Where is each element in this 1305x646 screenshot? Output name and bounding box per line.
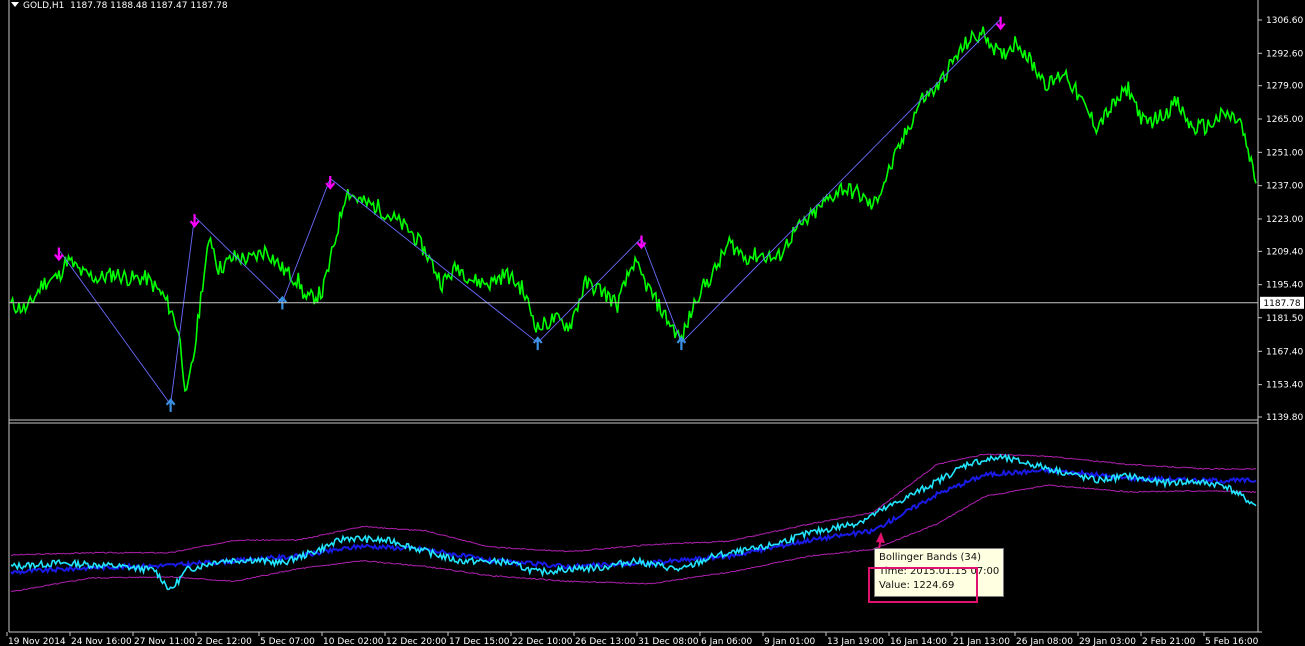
down-arrow-icon [325, 176, 336, 190]
x-tick-label: 27 Nov 11:00 [134, 637, 195, 646]
tooltip-title: Bollinger Bands (34) [879, 552, 982, 563]
current-price-label: 1187.78 [1263, 299, 1300, 309]
down-arrow-icon [995, 16, 1006, 31]
y-tick-label: 1251.00 [1266, 148, 1303, 158]
y-tick-label: 1223.00 [1266, 215, 1303, 225]
zigzag-line [58, 18, 1001, 406]
price-series [10, 26, 1257, 393]
x-tick-label: 5 Dec 07:00 [260, 637, 315, 646]
y-tick-label: 1195.40 [1266, 281, 1303, 291]
y-tick-label: 1209.40 [1266, 247, 1303, 257]
y-tick-label: 1237.00 [1266, 182, 1303, 192]
x-tick-label: 26 Dec 13:00 [575, 637, 636, 646]
chart-frame [8, 0, 1259, 633]
y-tick-label: 1153.40 [1266, 381, 1303, 391]
price-line [10, 26, 1257, 393]
x-tick-label: 2 Feb 21:00 [1142, 637, 1196, 646]
x-tick-label: 31 Dec 08:00 [638, 637, 699, 646]
x-tick-label: 26 Jan 08:00 [1016, 637, 1073, 646]
y-tick-label: 1139.80 [1266, 413, 1303, 423]
x-tick-label: 17 Dec 15:00 [449, 637, 510, 646]
down-arrow-icon [636, 235, 647, 250]
y-tick-label: 1181.50 [1266, 314, 1303, 324]
lower-band [10, 484, 1257, 593]
upper-band [10, 453, 1257, 556]
up-arrow-icon [676, 336, 687, 350]
x-tick-label: 10 Dec 02:00 [323, 637, 384, 646]
x-tick-label: 29 Jan 03:00 [1079, 637, 1136, 646]
down-arrow-icon [189, 214, 200, 228]
price-axis: 1306.60 1292.60 1279.00 1265.00 1251.00 1237.… [1258, 16, 1303, 633]
x-tick-label: 13 Jan 19:00 [827, 637, 884, 646]
tooltip-pointer-head [876, 532, 885, 543]
x-tick-label: 9 Jan 01:00 [764, 637, 816, 646]
bollinger-bands [10, 453, 1257, 593]
y-tick-label: 1265.00 [1266, 115, 1303, 125]
chart-header: GOLD,H1 1187.78 1188.48 1187.47 1187.78 [11, 1, 228, 11]
dropdown-triangle-icon[interactable] [11, 2, 19, 7]
x-tick-label: 16 Jan 14:00 [890, 637, 947, 646]
x-tick-label: 6 Jan 06:00 [701, 637, 753, 646]
x-tick-label: 22 Dec 10:00 [512, 637, 573, 646]
y-tick-label: 1167.40 [1266, 347, 1303, 357]
y-tick-label: 1279.00 [1266, 82, 1303, 92]
x-tick-label: 21 Jan 13:00 [953, 637, 1010, 646]
y-tick-label: 1306.60 [1266, 16, 1303, 26]
price-chart[interactable]: 1306.60 1292.60 1279.00 1265.00 1251.00 1237.… [0, 0, 1305, 646]
y-tick-label: 1292.60 [1266, 49, 1303, 59]
time-axis: 19 Nov 2014 24 Nov 16:00 27 Nov 11:00 2 Dec… [6, 632, 1259, 646]
up-arrow-icon [165, 398, 176, 412]
x-tick-label: 5 Feb 16:00 [1205, 637, 1259, 646]
x-tick-label: 12 Dec 20:00 [386, 637, 447, 646]
signal-arrows [54, 16, 1006, 412]
symbol-label: GOLD,H1 [23, 1, 65, 11]
up-arrow-icon [277, 295, 288, 310]
x-tick-label: 24 Nov 16:00 [71, 637, 132, 646]
x-tick-label: 2 Dec 12:00 [197, 637, 252, 646]
up-arrow-icon [532, 336, 543, 350]
quote-values: 1187.78 1188.48 1187.47 1187.78 [70, 1, 228, 11]
tooltip-highlight-box [868, 567, 978, 603]
x-tick-label: 19 Nov 2014 [8, 637, 66, 646]
zigzag-lines [58, 18, 1001, 406]
